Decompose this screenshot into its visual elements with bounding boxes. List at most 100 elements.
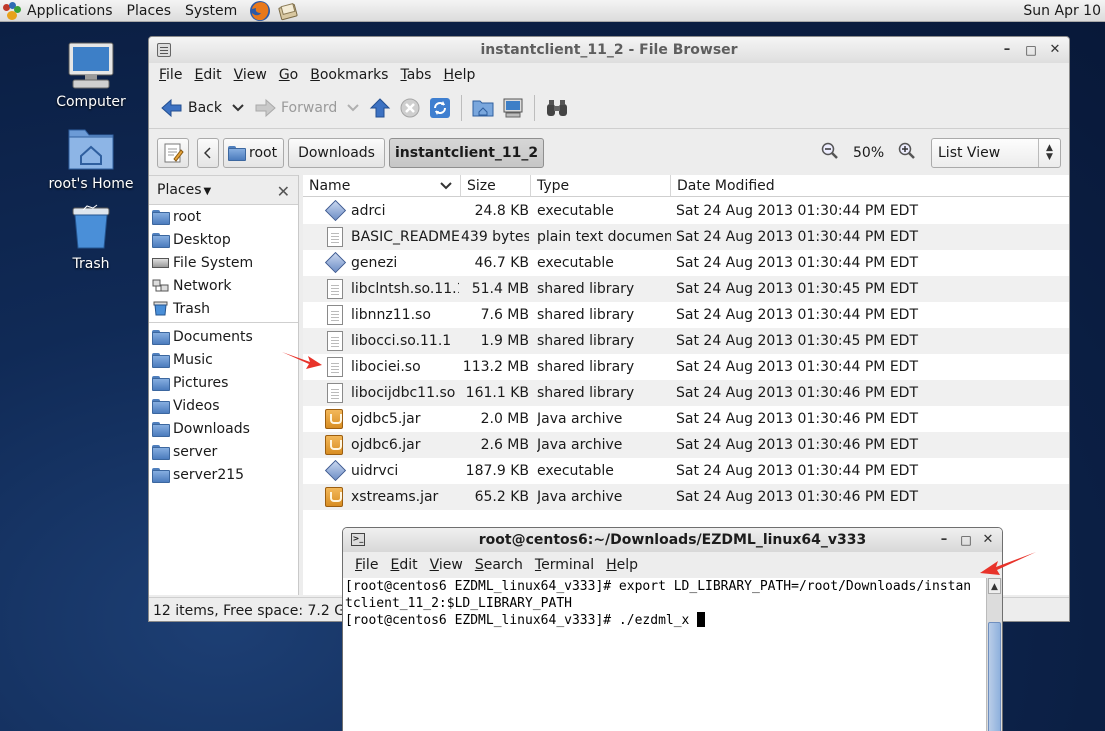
- close-icon[interactable]: ✕: [978, 530, 998, 550]
- window-menu-icon[interactable]: [157, 43, 171, 57]
- menu-tabs[interactable]: Tabs: [394, 63, 437, 87]
- file-browser-menubar: File Edit View Go Bookmarks Tabs Help: [149, 63, 1069, 87]
- clock[interactable]: Sun Apr 10: [1023, 0, 1101, 22]
- trash-icon: [65, 202, 117, 254]
- sidebar-item-network[interactable]: Network: [149, 274, 298, 297]
- terminal-icon[interactable]: >_: [351, 533, 365, 546]
- menu-file[interactable]: File: [349, 553, 384, 577]
- sidebar-item-pictures[interactable]: Pictures: [149, 371, 298, 394]
- menu-search[interactable]: Search: [469, 553, 529, 577]
- file-row[interactable]: ojdbc6.jar 2.6 MB Java archive Sat 24 Aug 2…: [303, 432, 1069, 458]
- file-date-modified: Sat 24 Aug 2013 01:30:44 PM EDT: [676, 463, 919, 479]
- back-history-dropdown[interactable]: [226, 92, 250, 124]
- file-type: plain text document: [537, 229, 671, 245]
- file-row[interactable]: adrci 24.8 KB executable Sat 24 Aug 2013 01…: [303, 198, 1069, 224]
- zoom-controls: 50%: [821, 138, 916, 168]
- file-date-modified: Sat 24 Aug 2013 01:30:44 PM EDT: [676, 307, 919, 323]
- column-header-size[interactable]: Size: [461, 175, 531, 197]
- sidebar-item-videos[interactable]: Videos: [149, 394, 298, 417]
- sidebar-item-downloads[interactable]: Downloads: [149, 417, 298, 440]
- menu-view[interactable]: View: [228, 63, 273, 87]
- maximize-icon[interactable]: □: [1021, 40, 1041, 60]
- toggle-location-entry-button[interactable]: [157, 138, 189, 168]
- home-button[interactable]: [468, 92, 498, 124]
- sidebar-item-root[interactable]: root: [149, 205, 298, 228]
- minimize-icon[interactable]: –: [997, 40, 1017, 60]
- terminal-output[interactable]: [root@centos6 EZDML_linux64_v333]# expor…: [343, 578, 986, 731]
- column-header-type[interactable]: Type: [531, 175, 671, 197]
- sidebar-item-desktop[interactable]: Desktop: [149, 228, 298, 251]
- notes-icon[interactable]: [276, 0, 300, 22]
- menu-bookmarks[interactable]: Bookmarks: [304, 63, 394, 87]
- close-icon[interactable]: ✕: [1045, 40, 1065, 60]
- file-browser-titlebar[interactable]: instantclient_11_2 - File Browser – □ ✕: [149, 37, 1069, 63]
- file-name: uidrvci: [351, 463, 399, 479]
- home-folder-icon: [228, 146, 246, 161]
- sidebar-item-server215[interactable]: server215: [149, 463, 298, 486]
- terminal-titlebar[interactable]: >_ root@centos6:~/Downloads/EZDML_linux6…: [343, 528, 1002, 552]
- file-row[interactable]: libociei.so 113.2 MB shared library Sat 24 …: [303, 354, 1069, 380]
- sidebar-item-label: server215: [173, 466, 245, 483]
- file-row[interactable]: genezi 46.7 KB executable Sat 24 Aug 2013 0…: [303, 250, 1069, 276]
- stop-button[interactable]: [395, 92, 425, 124]
- zoom-in-button[interactable]: [898, 142, 916, 164]
- home-folder-icon: [65, 122, 117, 174]
- places-dropdown[interactable]: Places ▼: [157, 182, 211, 198]
- menu-help[interactable]: Help: [437, 63, 481, 87]
- forward-history-dropdown[interactable]: [341, 92, 365, 124]
- breadcrumb-root[interactable]: root: [223, 138, 285, 168]
- minimize-icon[interactable]: –: [934, 530, 954, 550]
- file-row[interactable]: xstreams.jar 65.2 KB Java archive Sat 24 Au…: [303, 484, 1069, 510]
- file-row[interactable]: libnnz11.so 7.6 MB shared library Sat 24 Au…: [303, 302, 1069, 328]
- desktop-icon-home[interactable]: root's Home: [41, 122, 141, 192]
- sidebar-item-documents[interactable]: Documents: [149, 325, 298, 348]
- applications-menu[interactable]: Applications: [0, 0, 120, 22]
- reload-icon: [430, 97, 451, 118]
- zoom-out-button[interactable]: [821, 142, 839, 164]
- reload-button[interactable]: [425, 92, 455, 124]
- forward-button[interactable]: Forward: [250, 92, 341, 124]
- file-size: 161.1 KB: [465, 385, 529, 401]
- file-row[interactable]: BASIC_README 439 bytes plain text document…: [303, 224, 1069, 250]
- up-button[interactable]: [365, 92, 395, 124]
- menu-view[interactable]: View: [424, 553, 469, 577]
- sidebar-item-server[interactable]: server: [149, 440, 298, 463]
- terminal-scrollbar[interactable]: ▲: [986, 578, 1002, 731]
- close-sidebar-icon[interactable]: ✕: [277, 182, 290, 201]
- menu-edit[interactable]: Edit: [384, 553, 423, 577]
- sidebar-item-trash[interactable]: Trash: [149, 297, 298, 320]
- column-header-name[interactable]: Name: [303, 175, 461, 197]
- menu-file[interactable]: File: [153, 63, 188, 87]
- breadcrumb-current-folder[interactable]: instantclient_11_2: [388, 138, 545, 168]
- file-type: shared library: [537, 385, 635, 401]
- back-button[interactable]: Back: [157, 92, 226, 124]
- computer-button[interactable]: [498, 92, 528, 124]
- firefox-icon[interactable]: [248, 0, 272, 22]
- menu-go[interactable]: Go: [273, 63, 304, 87]
- file-row[interactable]: libocijdbc11.so 161.1 KB shared library Sat…: [303, 380, 1069, 406]
- file-type: executable: [537, 255, 614, 271]
- scrollbar-thumb[interactable]: [988, 622, 1001, 731]
- file-row[interactable]: uidrvci 187.9 KB executable Sat 24 Aug 2013…: [303, 458, 1069, 484]
- breadcrumb-downloads[interactable]: Downloads: [288, 138, 385, 168]
- menu-help[interactable]: Help: [600, 553, 644, 577]
- desktop-icon-trash[interactable]: Trash: [41, 202, 141, 272]
- places-menu[interactable]: Places: [120, 0, 179, 22]
- file-row[interactable]: libclntsh.so.11.1 51.4 MB shared library Sa…: [303, 276, 1069, 302]
- sidebar-item-file-system[interactable]: File System: [149, 251, 298, 274]
- menu-terminal[interactable]: Terminal: [529, 553, 600, 577]
- sidebar-item-music[interactable]: Music: [149, 348, 298, 371]
- file-row[interactable]: libocci.so.11.1 1.9 MB shared library Sat 2…: [303, 328, 1069, 354]
- search-button[interactable]: [541, 92, 573, 124]
- view-mode-select[interactable]: List View ▲ ▼: [931, 138, 1061, 168]
- desktop-icon-computer[interactable]: Computer: [41, 40, 141, 110]
- file-row[interactable]: ojdbc5.jar 2.0 MB Java archive Sat 24 Aug 2…: [303, 406, 1069, 432]
- computer-icon: [65, 40, 117, 92]
- sidebar-item-label: server: [173, 443, 218, 460]
- scroll-up-icon[interactable]: ▲: [988, 578, 1001, 594]
- menu-edit[interactable]: Edit: [188, 63, 227, 87]
- breadcrumb-scroll-left-button[interactable]: [197, 138, 219, 168]
- column-header-date-modified[interactable]: Date Modified: [671, 175, 1069, 197]
- system-menu[interactable]: System: [178, 0, 244, 22]
- maximize-icon[interactable]: □: [956, 530, 976, 550]
